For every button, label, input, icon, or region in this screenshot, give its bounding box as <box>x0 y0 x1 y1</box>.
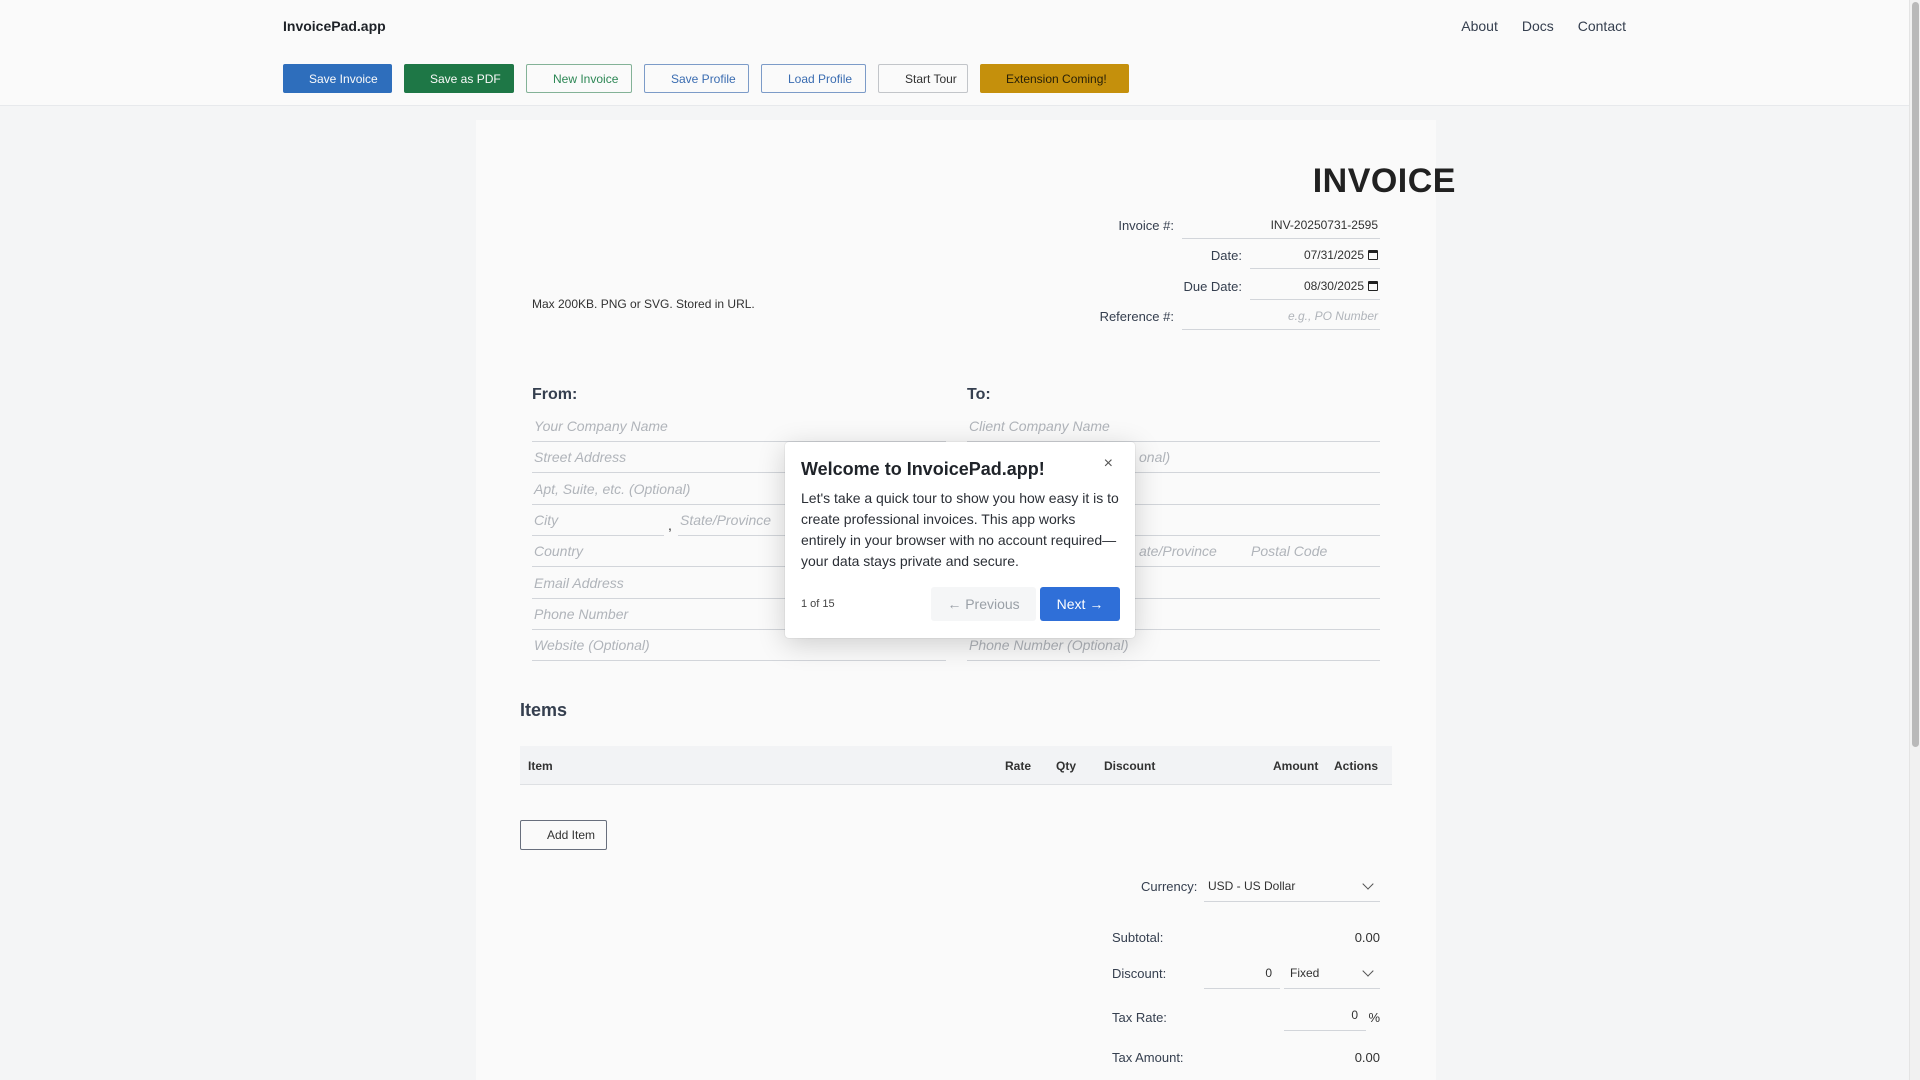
tour-progress: 1 of 15 <box>801 598 835 610</box>
scrollbar-thumb[interactable] <box>1912 2 1919 747</box>
tour-dialog: Welcome to InvoicePad.app! × Let's take … <box>785 442 1135 638</box>
tour-body: Let's take a quick tour to show you how … <box>801 490 1119 569</box>
tour-title: Welcome to InvoicePad.app! <box>801 459 1045 479</box>
page-scrollbar[interactable] <box>1909 0 1920 1080</box>
tour-previous-button[interactable]: ← Previous <box>931 587 1036 621</box>
close-icon[interactable]: × <box>1104 455 1113 473</box>
tour-next-button[interactable]: Next → <box>1040 587 1120 621</box>
